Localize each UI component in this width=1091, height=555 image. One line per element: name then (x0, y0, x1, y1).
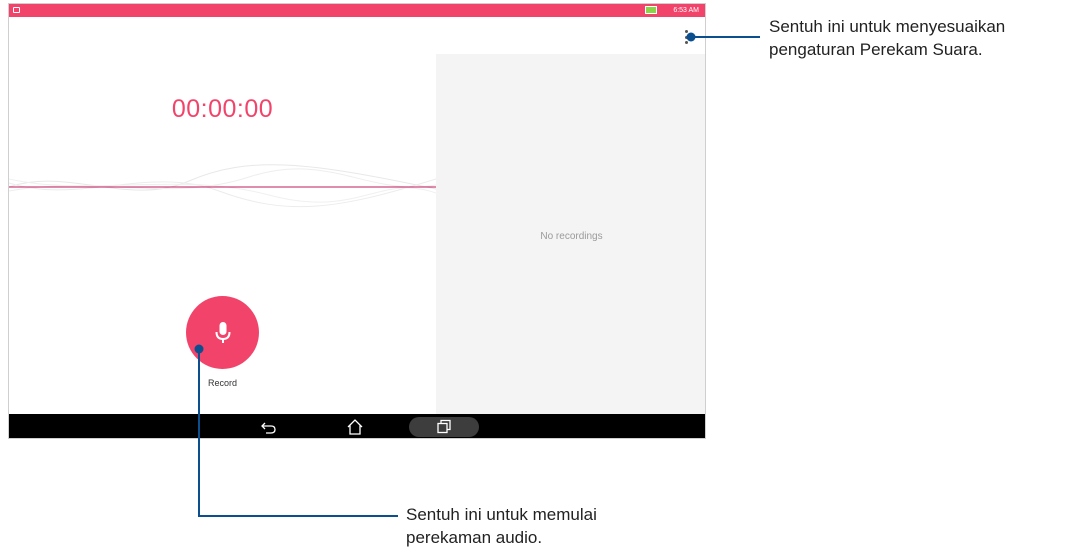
more-vert-icon[interactable] (683, 30, 689, 44)
recent-apps-icon[interactable] (434, 417, 454, 437)
battery-charging-icon (645, 6, 657, 14)
settings-callout-line1: Sentuh ini untuk menyesuaikan (769, 17, 1006, 36)
waveform (9, 164, 436, 208)
recorder-pane: 00:00:00 Record (9, 17, 436, 414)
record-label: Record (207, 378, 237, 388)
record-callout-line1: Sentuh ini untuk memulai (406, 505, 597, 524)
recording-timer: 00:00:00 (171, 95, 274, 123)
device-screen: 6:53 AM 00:00:00 Record No recordings (8, 3, 706, 439)
empty-list-message: No recordings (540, 231, 603, 242)
record-callout: Sentuh ini untuk memulai perekaman audio… (406, 503, 597, 549)
recordings-list-pane: No recordings (436, 54, 705, 414)
record-callout-line2: perekaman audio. (406, 528, 543, 547)
navigation-bar (9, 414, 705, 438)
home-icon[interactable] (345, 417, 365, 437)
notification-icon (13, 7, 20, 13)
status-bar: 6:53 AM (9, 4, 705, 17)
record-button[interactable] (186, 296, 259, 369)
settings-callout: Sentuh ini untuk menyesuaikan pengaturan… (769, 15, 1005, 61)
status-time: 6:53 AM (673, 7, 699, 14)
microphone-icon (215, 321, 230, 343)
settings-callout-line2: pengaturan Perekam Suara. (769, 40, 983, 59)
back-icon[interactable] (259, 417, 279, 437)
